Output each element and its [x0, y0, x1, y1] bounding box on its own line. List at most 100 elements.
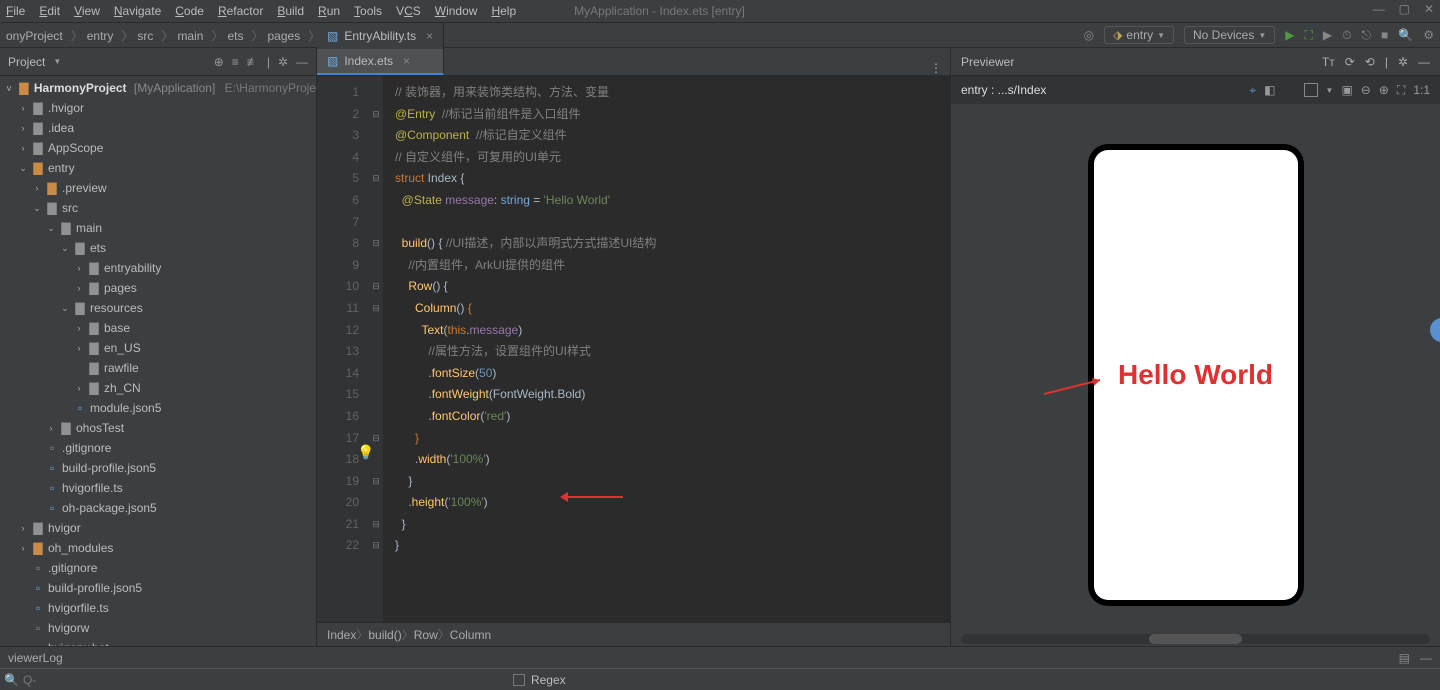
- collapse-icon[interactable]: ≢: [247, 55, 259, 69]
- zoom-ratio[interactable]: 1:1: [1413, 83, 1430, 97]
- tree-toggle[interactable]: ›: [72, 283, 86, 293]
- tree-node-rawfile[interactable]: ▇rawfile: [0, 358, 316, 378]
- code-editor[interactable]: 12345678910111213141516171819202122 ⊟⊟⊟⊟…: [317, 76, 950, 622]
- inspect-icon[interactable]: ⌖: [1249, 83, 1256, 98]
- tree-toggle[interactable]: ⌄: [58, 303, 72, 314]
- filter-icon[interactable]: ▤: [1399, 651, 1410, 665]
- preview-stage[interactable]: Hello World: [951, 104, 1440, 646]
- close-icon[interactable]: ✕: [1424, 2, 1434, 16]
- close-tab-icon[interactable]: ×: [403, 54, 410, 68]
- menu-run[interactable]: Run: [318, 4, 340, 18]
- tree-toggle[interactable]: ›: [16, 123, 30, 133]
- crumb-onyProject[interactable]: onyProject: [6, 29, 63, 43]
- tree-toggle[interactable]: v: [2, 83, 16, 93]
- menu-vcs[interactable]: VCS: [396, 4, 421, 18]
- tree-node-resources[interactable]: ⌄▇resources: [0, 298, 316, 318]
- tree-toggle[interactable]: ›: [72, 263, 86, 273]
- tree-toggle[interactable]: ›: [30, 183, 44, 193]
- chevron-down-icon[interactable]: ▼: [53, 57, 61, 66]
- close-tab-icon[interactable]: ×: [426, 29, 433, 43]
- tree-node-en_US[interactable]: ›▇en_US: [0, 338, 316, 358]
- tree-node-src[interactable]: ⌄▇src: [0, 198, 316, 218]
- run-config-combo[interactable]: ⬗ entry ▼: [1104, 26, 1174, 44]
- tree-toggle[interactable]: ⌄: [16, 163, 30, 174]
- regex-checkbox[interactable]: [513, 674, 525, 686]
- menu-view[interactable]: View: [74, 4, 100, 18]
- tree-root[interactable]: HarmonyProject [MyApplication] E:\Harmon…: [34, 81, 316, 95]
- tree-node-oh-package.json5[interactable]: ▫oh-package.json5: [0, 498, 316, 518]
- tree-toggle[interactable]: ⌄: [44, 223, 58, 234]
- tree-node-entryability[interactable]: ›▇entryability: [0, 258, 316, 278]
- tab-Index.ets[interactable]: ▧Index.ets×: [317, 49, 444, 75]
- devices-combo[interactable]: No Devices ▼: [1184, 26, 1275, 44]
- regex-label[interactable]: Regex: [531, 673, 566, 687]
- rotate-icon[interactable]: ⟲: [1365, 55, 1375, 69]
- tree-node-ets[interactable]: ⌄▇ets: [0, 238, 316, 258]
- tree-toggle[interactable]: ›: [16, 103, 30, 113]
- menu-tools[interactable]: Tools: [354, 4, 382, 18]
- tab-overflow-icon[interactable]: ⋮: [930, 61, 942, 75]
- font-icon[interactable]: Tᴛ: [1322, 55, 1335, 69]
- crumb-ets[interactable]: ets: [227, 29, 243, 43]
- tree-toggle[interactable]: ›: [16, 543, 30, 553]
- tree-toggle[interactable]: ›: [72, 323, 86, 333]
- ecrumb-Index[interactable]: Index: [327, 628, 356, 642]
- hide-icon[interactable]: —: [296, 55, 308, 69]
- fold-column[interactable]: ⊟⊟⊟⊟⊟⊟⊟⊟⊟: [369, 82, 383, 557]
- tree-node-oh_modules[interactable]: ›▇oh_modules: [0, 538, 316, 558]
- zoom-out-icon[interactable]: ⊖: [1361, 83, 1371, 97]
- profile-icon[interactable]: ⏱: [1342, 28, 1351, 43]
- tree-node-build-profile.json5[interactable]: ▫build-profile.json5: [0, 578, 316, 598]
- sync-icon[interactable]: ◎: [1084, 28, 1094, 42]
- preview-entry-label[interactable]: entry : ...s/Index: [961, 83, 1046, 97]
- maximize-icon[interactable]: ▢: [1399, 2, 1410, 16]
- tree-toggle[interactable]: ›: [72, 383, 86, 393]
- tree-node-.hvigor[interactable]: ›▇.hvigor: [0, 98, 316, 118]
- expand-icon[interactable]: ≡: [232, 55, 239, 69]
- tree-node-hvigorfile.ts[interactable]: ▫hvigorfile.ts: [0, 478, 316, 498]
- tree-node-build-profile.json5[interactable]: ▫build-profile.json5: [0, 458, 316, 478]
- tree-toggle[interactable]: ⌄: [30, 203, 44, 214]
- tree-node-AppScope[interactable]: ›▇AppScope: [0, 138, 316, 158]
- gear-icon[interactable]: ✲: [1398, 55, 1408, 69]
- search-icon[interactable]: 🔍: [1398, 28, 1413, 42]
- horizontal-scrollbar[interactable]: [961, 634, 1430, 644]
- tree-node-.idea[interactable]: ›▇.idea: [0, 118, 316, 138]
- tree-node-zh_CN[interactable]: ›▇zh_CN: [0, 378, 316, 398]
- minimize-icon[interactable]: —: [1373, 2, 1385, 16]
- tree-node-module.json5[interactable]: ▫module.json5: [0, 398, 316, 418]
- menu-file[interactable]: File: [6, 4, 25, 18]
- tree-node-hvigorw[interactable]: ▫hvigorw: [0, 618, 316, 638]
- lightbulb-icon[interactable]: 💡: [357, 442, 374, 464]
- tree-toggle[interactable]: ›: [72, 343, 86, 353]
- menu-build[interactable]: Build: [277, 4, 304, 18]
- ecrumb-build()[interactable]: build(): [368, 628, 401, 642]
- zoom-in-icon[interactable]: ⊕: [1379, 83, 1389, 97]
- ecrumb-Column[interactable]: Column: [450, 628, 491, 642]
- locate-icon[interactable]: ⊕: [214, 55, 224, 69]
- attach-icon[interactable]: ⎋: [1362, 28, 1372, 43]
- tree-node-.gitignore[interactable]: ▫.gitignore: [0, 438, 316, 458]
- project-tree[interactable]: v ▇ HarmonyProject [MyApplication] E:\Ha…: [0, 76, 316, 646]
- refresh-icon[interactable]: ⟳: [1345, 55, 1355, 69]
- menu-help[interactable]: Help: [491, 4, 516, 18]
- menu-edit[interactable]: Edit: [39, 4, 60, 18]
- crumb-main[interactable]: main: [177, 29, 203, 43]
- gear-icon[interactable]: ✲: [278, 55, 288, 69]
- tree-toggle[interactable]: ›: [16, 523, 30, 533]
- hide-icon[interactable]: —: [1418, 55, 1430, 69]
- menu-navigate[interactable]: Navigate: [114, 4, 161, 18]
- coverage-icon[interactable]: ▶: [1323, 28, 1332, 42]
- tree-node-ohosTest[interactable]: ›▇ohosTest: [0, 418, 316, 438]
- tree-node-entry[interactable]: ⌄▇entry: [0, 158, 316, 178]
- tree-node-hvigorw.bat[interactable]: ▫hvigorw.bat: [0, 638, 316, 646]
- crop-icon[interactable]: ▣: [1341, 83, 1352, 97]
- tree-toggle[interactable]: ⌄: [58, 243, 72, 254]
- stop-icon[interactable]: ■: [1381, 28, 1388, 42]
- project-title[interactable]: Project: [8, 55, 45, 69]
- run-icon[interactable]: ▶: [1285, 28, 1294, 42]
- debug-icon[interactable]: ⛶: [1305, 28, 1313, 43]
- grid-icon[interactable]: [1304, 83, 1318, 97]
- tree-node-pages[interactable]: ›▇pages: [0, 278, 316, 298]
- ecrumb-Row[interactable]: Row: [414, 628, 438, 642]
